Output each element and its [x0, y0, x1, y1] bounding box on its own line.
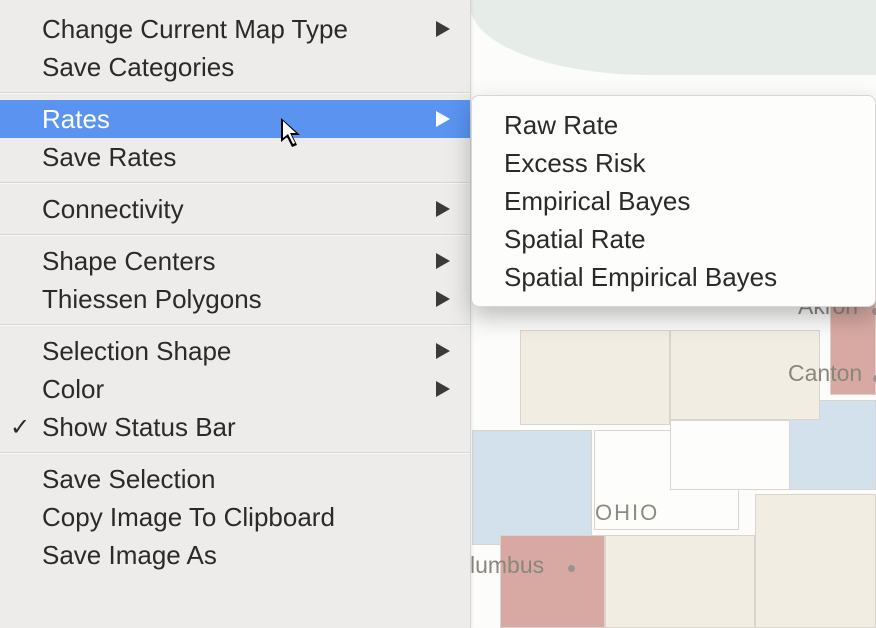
- map-state-label: OHIO: [595, 500, 659, 526]
- menu-item-label: Selection Shape: [42, 336, 231, 367]
- menu-item-label: Save Image As: [42, 540, 217, 571]
- menu-separator: [0, 452, 470, 454]
- menu-item-label: Copy Image To Clipboard: [42, 502, 335, 533]
- menu-item-connectivity[interactable]: Connectivity: [0, 190, 470, 228]
- submenu-arrow-icon: [436, 21, 450, 37]
- submenu-arrow-icon: [436, 111, 450, 127]
- submenu-arrow-icon: [436, 343, 450, 359]
- submenu-arrow-icon: [436, 291, 450, 307]
- submenu-arrow-icon: [436, 201, 450, 217]
- submenu-item-empirical-bayes[interactable]: Empirical Bayes: [472, 182, 875, 220]
- menu-item-selection-shape[interactable]: Selection Shape: [0, 332, 470, 370]
- menu-separator: [0, 324, 470, 326]
- submenu-arrow-icon: [436, 381, 450, 397]
- context-menu: Change Current Map Type Save Categories …: [0, 0, 471, 628]
- menu-item-thiessen-polygons[interactable]: Thiessen Polygons: [0, 280, 470, 318]
- menu-item-save-rates[interactable]: Save Rates: [0, 138, 470, 176]
- submenu-item-label: Spatial Empirical Bayes: [504, 262, 777, 293]
- menu-item-color[interactable]: Color: [0, 370, 470, 408]
- menu-item-save-image-as[interactable]: Save Image As: [0, 536, 470, 574]
- menu-item-save-categories[interactable]: Save Categories: [0, 48, 470, 86]
- menu-item-show-status-bar[interactable]: ✓ Show Status Bar: [0, 408, 470, 446]
- menu-separator: [0, 182, 470, 184]
- submenu-item-spatial-empirical-bayes[interactable]: Spatial Empirical Bayes: [472, 258, 875, 296]
- submenu-arrow-icon: [436, 253, 450, 269]
- checkmark-icon: ✓: [10, 413, 30, 442]
- menu-item-label: Rates: [42, 104, 110, 135]
- menu-item-label: Save Rates: [42, 142, 176, 173]
- menu-item-label: Change Current Map Type: [42, 14, 348, 45]
- submenu-item-label: Empirical Bayes: [504, 186, 690, 217]
- menu-item-shape-centers[interactable]: Shape Centers: [0, 242, 470, 280]
- menu-item-copy-image[interactable]: Copy Image To Clipboard: [0, 498, 470, 536]
- submenu-item-spatial-rate[interactable]: Spatial Rate: [472, 220, 875, 258]
- submenu-item-label: Spatial Rate: [504, 224, 646, 255]
- menu-separator: [0, 234, 470, 236]
- menu-item-label: Color: [42, 374, 104, 405]
- menu-item-change-map-type[interactable]: Change Current Map Type: [0, 10, 470, 48]
- menu-item-rates[interactable]: Rates: [0, 100, 470, 138]
- rates-submenu: Raw Rate Excess Risk Empirical Bayes Spa…: [471, 95, 876, 307]
- menu-item-label: Show Status Bar: [42, 412, 236, 443]
- menu-item-label: Save Categories: [42, 52, 234, 83]
- menu-item-label: Connectivity: [42, 194, 184, 225]
- menu-separator: [0, 92, 470, 94]
- menu-item-label: Thiessen Polygons: [42, 284, 262, 315]
- map-city-columbus: lumbus: [470, 552, 544, 579]
- map-city-canton: Canton: [788, 360, 862, 387]
- menu-item-save-selection[interactable]: Save Selection: [0, 460, 470, 498]
- menu-item-label: Shape Centers: [42, 246, 215, 277]
- submenu-item-excess-risk[interactable]: Excess Risk: [472, 144, 875, 182]
- menu-item-label: Save Selection: [42, 464, 215, 495]
- submenu-item-label: Raw Rate: [504, 110, 618, 141]
- submenu-item-raw-rate[interactable]: Raw Rate: [472, 106, 875, 144]
- submenu-item-label: Excess Risk: [504, 148, 646, 179]
